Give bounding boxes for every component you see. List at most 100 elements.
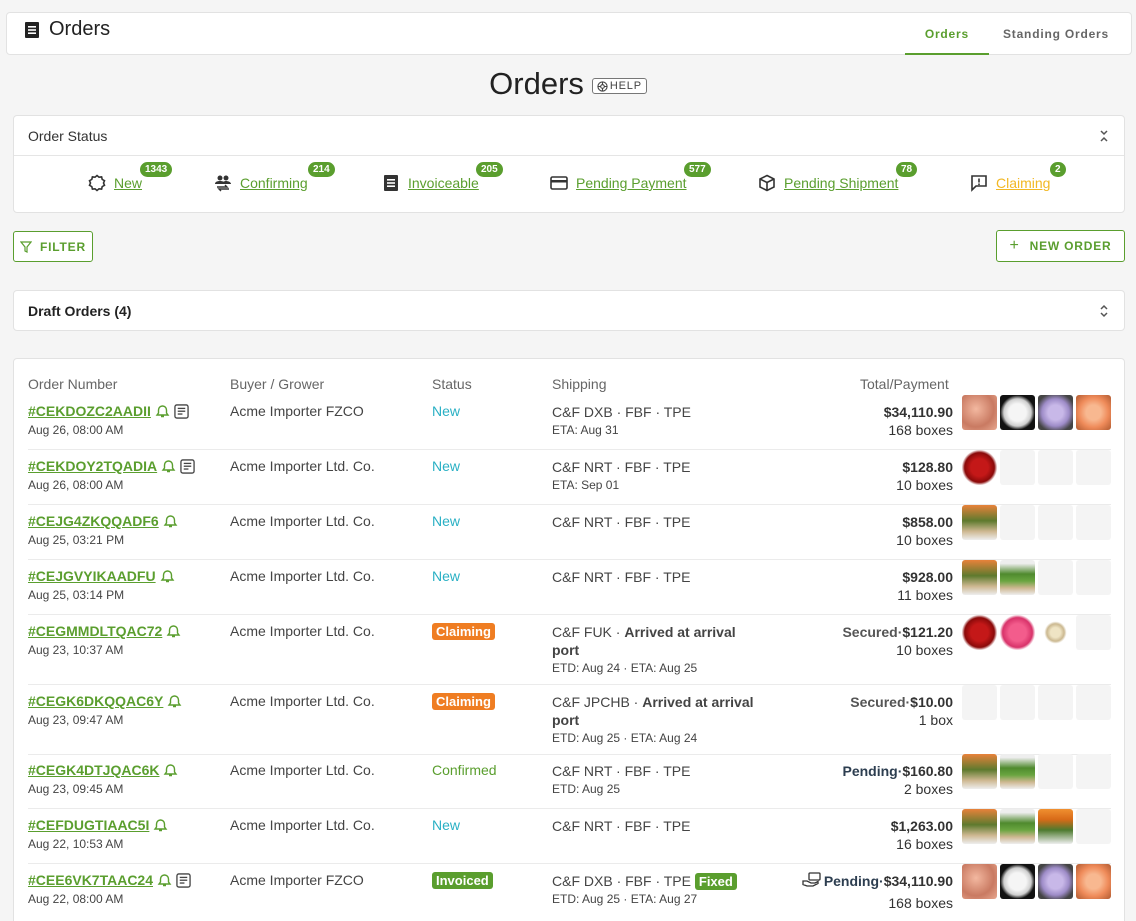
shipping-eta: ETA: Sep 01 [552,478,620,492]
bell-icon[interactable] [163,514,178,529]
product-thumbnail[interactable] [1000,395,1035,430]
bell-icon[interactable] [153,818,168,833]
status-confirming-label: Confirming [240,175,308,191]
table-row[interactable]: #CEGMMDLTQAC72 Aug 23, 10:37 AM Acme Imp… [28,615,1111,685]
bell-icon[interactable] [167,694,182,709]
status-new-label: New [114,175,143,191]
shipping-eta: ETD: Aug 25 [552,782,621,796]
total-info: $858.00 10 boxes [896,513,953,549]
table-row[interactable]: #CEJGVYIKAADFU Aug 25, 03:14 PM Acme Imp… [28,560,1111,615]
shipping-route: C&F NRT · FBF · TPE [552,763,691,779]
total-amount: $34,110.90 [883,404,953,420]
status-text: New [432,458,461,474]
credit-card-icon [550,176,568,190]
table-row[interactable]: #CEJG4ZKQQADF6 Aug 25, 03:21 PM Acme Imp… [28,505,1111,560]
status-pending-shipment-count: 78 [896,162,918,177]
collapse-icon[interactable] [1098,129,1110,143]
order-number-link[interactable]: #CEGK4DTJQAC6K [28,762,159,778]
document-icon[interactable] [174,403,189,419]
status-new[interactable]: New 1343 [88,162,173,192]
filter-label: FILTER [40,239,86,254]
filter-button[interactable]: FILTER [13,231,93,262]
order-number-link[interactable]: #CEJG4ZKQQADF6 [28,513,159,529]
product-thumbnail[interactable] [1000,615,1035,650]
empty-thumbnail [1076,450,1111,485]
product-thumbnail[interactable] [1038,809,1073,844]
order-number-link[interactable]: #CEGK6DKQQAC6Y [28,693,163,709]
status-text: New [432,817,461,833]
empty-thumbnail [1076,809,1111,844]
column-total-payment: Total/Payment [860,376,949,392]
bell-icon[interactable] [160,569,175,584]
table-row[interactable]: #CEKDOY2TQADIA Aug 26, 08:00 AM Acme Imp… [28,450,1111,505]
top-header: Orders Orders Standing Orders [6,12,1132,55]
product-thumbnail[interactable] [962,395,997,430]
draft-orders-title: Draft Orders (4) [28,302,132,319]
product-thumbnail[interactable] [1076,395,1111,430]
total-amount: $858.00 [902,514,953,530]
status-confirming-count: 214 [308,162,335,177]
help-button[interactable]: HELP [591,78,647,94]
expand-icon[interactable] [1098,304,1110,318]
product-thumbnail[interactable] [1000,809,1035,844]
product-thumbnail[interactable] [962,864,997,899]
shipping-route: C&F FUK · [552,624,625,640]
draft-orders-card[interactable]: Draft Orders (4) [13,290,1125,331]
document-icon[interactable] [176,872,191,888]
box-count: 1 box [918,712,953,728]
shipping-eta: ETD: Aug 25 · ETA: Aug 27 [552,892,698,906]
shipping-info: C&F NRT · FBF · TPE [552,568,762,586]
product-thumbnail[interactable] [1076,864,1111,899]
order-date: Aug 26, 08:00 AM [28,478,124,492]
tab-standing-orders[interactable]: Standing Orders [989,13,1123,55]
status-cell: Claiming [432,623,495,640]
status-claiming[interactable]: Claiming 2 [970,162,1066,192]
page-title: Orders [489,66,584,101]
product-thumbnails [962,754,1111,789]
product-thumbnail[interactable] [1038,395,1073,430]
product-thumbnail[interactable] [1000,754,1035,789]
bell-icon[interactable] [163,763,178,778]
product-thumbnails [962,505,1111,540]
bell-icon[interactable] [155,404,170,419]
table-row[interactable]: #CEFDUGTIAAC5I Aug 22, 10:53 AM Acme Imp… [28,809,1111,864]
product-thumbnail[interactable] [1038,864,1073,899]
status-invoiceable[interactable]: Invoiceable 205 [382,162,503,192]
table-row[interactable]: #CEGK4DTJQAC6K Aug 23, 09:45 AM Acme Imp… [28,754,1111,809]
order-number-link[interactable]: #CEE6VK7TAAC24 [28,872,153,888]
box-count: 168 boxes [888,422,953,438]
status-cell: Invoiced [432,872,493,889]
order-number-link[interactable]: #CEFDUGTIAAC5I [28,817,149,833]
table-row[interactable]: #CEE6VK7TAAC24 Aug 22, 08:00 AM Acme Imp… [28,864,1111,921]
bell-icon[interactable] [161,459,176,474]
order-number-link[interactable]: #CEJGVYIKAADFU [28,568,156,584]
order-number-cell: #CEKDOZC2AADII [28,403,189,419]
new-order-button[interactable]: + NEW ORDER [996,230,1125,262]
product-thumbnail[interactable] [962,505,997,540]
product-thumbnail[interactable] [962,754,997,789]
product-thumbnail[interactable] [962,450,997,485]
tab-orders[interactable]: Orders [904,13,989,55]
status-pending-shipment[interactable]: Pending Shipment 78 [758,162,918,192]
product-thumbnail[interactable] [1000,864,1035,899]
buyer-name: Acme Importer Ltd. Co. [230,762,375,778]
bell-icon[interactable] [157,873,172,888]
product-thumbnail[interactable] [962,809,997,844]
product-thumbnail[interactable] [1000,560,1035,595]
table-row[interactable]: #CEKDOZC2AADII Aug 26, 08:00 AM Acme Imp… [28,395,1111,450]
status-pending-payment[interactable]: Pending Payment 577 [550,162,711,192]
table-row[interactable]: #CEGK6DKQQAC6Y Aug 23, 09:47 AM Acme Imp… [28,685,1111,755]
order-number-link[interactable]: #CEKDOY2TQADIA [28,458,157,474]
status-pending-payment-label: Pending Payment [576,175,687,191]
product-thumbnail[interactable] [962,560,997,595]
document-icon[interactable] [180,458,195,474]
bell-icon[interactable] [166,624,181,639]
order-status-header[interactable]: Order Status [14,116,1124,156]
order-number-link[interactable]: #CEKDOZC2AADII [28,403,151,419]
order-number-link[interactable]: #CEGMMDLTQAC72 [28,623,162,639]
shipping-route: C&F JPCHB · [552,694,643,710]
product-thumbnail[interactable] [962,615,997,650]
product-thumbnails [962,395,1111,430]
product-thumbnail[interactable] [1038,615,1073,650]
status-confirming[interactable]: Confirming 214 [214,162,335,192]
